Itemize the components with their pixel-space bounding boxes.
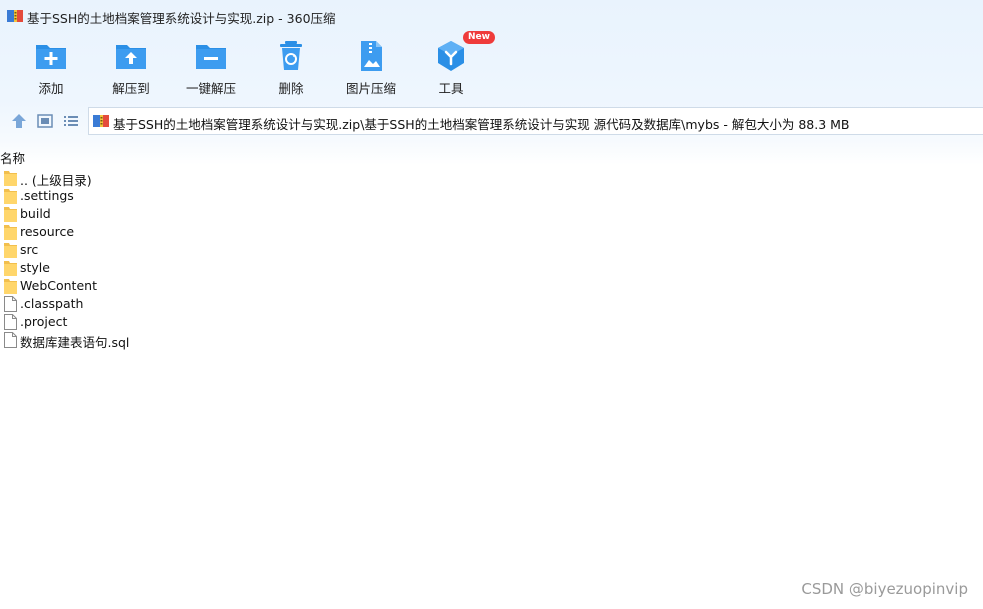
main-toolbar: 添加 解压到 一键解压 删除 图片压缩 New 工具 [0,31,983,100]
address-bar[interactable]: 基于SSH的土地档案管理系统设计与实现.zip\基于SSH的土地档案管理系统设计… [88,107,983,135]
add-folder-icon [36,45,66,69]
list-item-name: .settings [20,188,74,203]
list-item[interactable]: src [0,241,600,259]
watermark: CSDN @biyezuopinvip [801,580,968,598]
file-list: .. (上级目录) .settings build resource src style W… [0,169,600,350]
list-item-name: build [20,206,51,221]
list-item[interactable]: 数据库建表语句.sql [0,331,600,350]
add-button[interactable]: 添加 [11,36,91,96]
file-icon [4,296,17,312]
folder-icon [4,224,17,240]
list-item[interactable]: .. (上级目录) [0,169,600,188]
image-compress-button[interactable]: 图片压缩 [331,36,411,96]
list-view-icon[interactable] [62,113,80,129]
add-label: 添加 [38,81,64,96]
file-icon [4,332,17,348]
delete-label: 删除 [278,81,304,96]
list-item-name: .classpath [20,296,84,311]
list-item-name: WebContent [20,278,97,293]
folder-icon [4,206,17,222]
list-item[interactable]: resource [0,223,600,241]
one-click-extract-label: 一键解压 [185,81,236,96]
folder-icon [4,188,17,204]
folder-icon [4,170,17,186]
folder-icon [4,278,17,294]
column-header-name[interactable]: 名称 [0,148,25,167]
tools-button[interactable]: New 工具 [411,31,495,96]
address-path: 基于SSH的土地档案管理系统设计与实现.zip\基于SSH的土地档案管理系统设计… [113,117,850,132]
one-click-extract-button[interactable]: 一键解压 [171,36,251,96]
extract-to-icon [116,45,146,69]
one-click-extract-icon [196,45,226,69]
list-item[interactable]: build [0,205,600,223]
list-item[interactable]: WebContent [0,277,600,295]
up-level-icon[interactable] [10,113,28,129]
list-item-name: style [20,260,50,275]
list-item-name: src [20,242,39,257]
extract-to-label: 解压到 [112,81,150,96]
list-item[interactable]: .settings [0,187,600,205]
delete-button[interactable]: 删除 [251,36,331,96]
tools-label: 工具 [438,81,464,96]
title-bar: 基于SSH的土地档案管理系统设计与实现.zip - 360压缩 [0,0,983,32]
recycle-bin-icon [280,41,302,70]
window-title: 基于SSH的土地档案管理系统设计与实现.zip - 360压缩 [27,11,336,26]
list-item[interactable]: style [0,259,600,277]
folder-icon [4,242,17,258]
thumbnail-view-icon[interactable] [36,113,54,129]
tools-cube-icon [438,41,464,71]
folder-icon [4,260,17,276]
file-icon [4,314,17,330]
new-badge: New [463,31,495,44]
extract-to-button[interactable]: 解压到 [91,36,171,96]
list-item-name: .project [20,314,68,329]
list-item-name: 数据库建表语句.sql [20,335,130,350]
list-item-name: resource [20,224,75,239]
zip-archive-icon [93,115,109,127]
image-compress-label: 图片压缩 [345,81,396,96]
zip-archive-icon [7,10,23,22]
list-item[interactable]: .classpath [0,295,600,313]
list-item[interactable]: .project [0,313,600,331]
image-compress-icon [361,41,382,71]
